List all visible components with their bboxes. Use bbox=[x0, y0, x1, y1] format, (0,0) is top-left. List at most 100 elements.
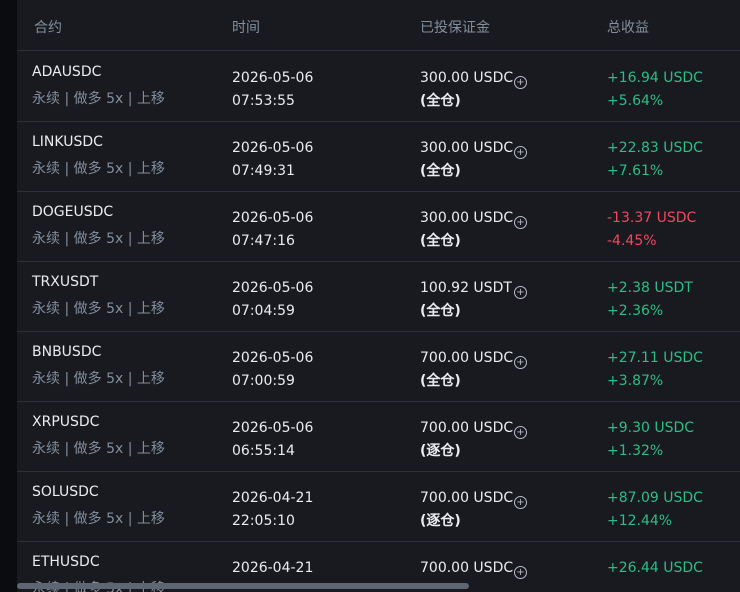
pnl-amount: -13.37 USDC bbox=[607, 210, 697, 226]
position-symbol[interactable]: ADAUSDC bbox=[32, 64, 101, 80]
margin-amount: 700.00 USDC bbox=[420, 350, 514, 366]
plus-circle-icon[interactable]: + bbox=[514, 426, 527, 439]
margin-mode: (全仓) bbox=[420, 93, 461, 109]
table-row[interactable]: DOGEUSDC 永续 | 做多 5x | 上移 2026-05-06 07:47:1… bbox=[17, 191, 740, 262]
margin-mode: (全仓) bbox=[420, 303, 461, 319]
pnl-percent: +3.87% bbox=[607, 373, 664, 389]
open-date: 2026-05-06 bbox=[232, 280, 314, 296]
position-open-time: 2026-04-21 bbox=[232, 557, 313, 580]
position-symbol[interactable]: ETHUSDC bbox=[32, 554, 100, 570]
pnl-amount: +22.83 USDC bbox=[607, 140, 703, 156]
pnl-amount: +16.94 USDC bbox=[607, 70, 703, 86]
header-pnl[interactable]: 总收益 bbox=[607, 17, 649, 37]
position-meta: 永续 | 做多 5x | 上移 bbox=[32, 231, 165, 247]
table-row[interactable]: TRXUSDT 永续 | 做多 5x | 上移 2026-05-06 07:04:59… bbox=[17, 261, 740, 332]
margin-mode: (全仓) bbox=[420, 163, 461, 179]
pnl-percent: +5.64% bbox=[607, 93, 664, 109]
pnl-percent: -4.45% bbox=[607, 233, 657, 249]
pnl-percent: +1.32% bbox=[607, 443, 664, 459]
plus-circle-icon[interactable]: + bbox=[514, 146, 527, 159]
plus-circle-icon[interactable]: + bbox=[514, 496, 527, 509]
open-time: 07:53:55 bbox=[232, 93, 295, 109]
pnl-amount: +26.44 USDC bbox=[607, 560, 703, 576]
position-margin: 700.00 USDC (逐仓) bbox=[420, 417, 513, 463]
plus-circle-icon[interactable]: + bbox=[514, 356, 527, 369]
position-pnl: +16.94 USDC +5.64% bbox=[607, 67, 703, 113]
table-header: 合约 时间 已投保证金 总收益 bbox=[17, 0, 740, 51]
margin-amount: 700.00 USDC bbox=[420, 490, 514, 506]
pnl-percent: +12.44% bbox=[607, 513, 673, 529]
margin-mode: (逐仓) bbox=[420, 443, 461, 459]
table-row[interactable]: BNBUSDC 永续 | 做多 5x | 上移 2026-05-06 07:00:59… bbox=[17, 331, 740, 402]
plus-circle-icon[interactable]: + bbox=[514, 566, 527, 579]
plus-circle-icon[interactable]: + bbox=[514, 216, 527, 229]
position-open-time: 2026-05-06 07:47:16 bbox=[232, 207, 313, 253]
open-date: 2026-04-21 bbox=[232, 490, 314, 506]
margin-amount: 300.00 USDC bbox=[420, 140, 514, 156]
position-symbol[interactable]: LINKUSDC bbox=[32, 134, 103, 150]
margin-mode: (全仓) bbox=[420, 233, 461, 249]
open-time: 07:00:59 bbox=[232, 373, 295, 389]
pnl-amount: +87.09 USDC bbox=[607, 490, 703, 506]
open-date: 2026-05-06 bbox=[232, 420, 314, 436]
margin-amount: 100.92 USDT bbox=[420, 280, 512, 296]
header-contract[interactable]: 合约 bbox=[34, 17, 62, 37]
pnl-amount: +27.11 USDC bbox=[607, 350, 703, 366]
table-row[interactable]: XRPUSDC 永续 | 做多 5x | 上移 2026-05-06 06:55:14… bbox=[17, 401, 740, 472]
table-row[interactable]: ADAUSDC 永续 | 做多 5x | 上移 2026-05-06 07:53:55… bbox=[17, 51, 740, 122]
position-meta: 永续 | 做多 5x | 上移 bbox=[32, 441, 165, 457]
position-pnl: +26.44 USDC bbox=[607, 557, 703, 580]
position-pnl: -13.37 USDC -4.45% bbox=[607, 207, 696, 253]
position-open-time: 2026-05-06 07:00:59 bbox=[232, 347, 313, 393]
position-pnl: +2.38 USDT +2.36% bbox=[607, 277, 693, 323]
margin-mode: (逐仓) bbox=[420, 513, 461, 529]
margin-amount: 700.00 USDC bbox=[420, 560, 514, 576]
position-meta: 永续 | 做多 5x | 上移 bbox=[32, 91, 165, 107]
plus-circle-icon[interactable]: + bbox=[514, 76, 527, 89]
pnl-percent: +2.36% bbox=[607, 303, 664, 319]
position-pnl: +22.83 USDC +7.61% bbox=[607, 137, 703, 183]
open-time: 07:47:16 bbox=[232, 233, 295, 249]
position-meta: 永续 | 做多 5x | 上移 bbox=[32, 371, 165, 387]
pnl-amount: +9.30 USDC bbox=[607, 420, 695, 436]
table-row[interactable]: SOLUSDC 永续 | 做多 5x | 上移 2026-04-21 22:05:10… bbox=[17, 471, 740, 542]
open-time: 07:49:31 bbox=[232, 163, 295, 179]
position-margin: 700.00 USDC (全仓) bbox=[420, 347, 513, 393]
position-meta: 永续 | 做多 5x | 上移 bbox=[32, 511, 165, 527]
header-time[interactable]: 时间 bbox=[232, 17, 260, 37]
position-open-time: 2026-05-06 06:55:14 bbox=[232, 417, 313, 463]
position-symbol[interactable]: TRXUSDT bbox=[32, 274, 98, 290]
position-open-time: 2026-05-06 07:53:55 bbox=[232, 67, 313, 113]
header-margin[interactable]: 已投保证金 bbox=[420, 17, 490, 37]
horizontal-scrollbar[interactable] bbox=[17, 583, 469, 589]
open-time: 06:55:14 bbox=[232, 443, 295, 459]
plus-circle-icon[interactable]: + bbox=[514, 286, 527, 299]
position-symbol[interactable]: XRPUSDC bbox=[32, 414, 99, 430]
positions-table: 合约 时间 已投保证金 总收益 ADAUSDC 永续 | 做多 5x | 上移 20… bbox=[17, 0, 740, 592]
position-pnl: +9.30 USDC +1.32% bbox=[607, 417, 694, 463]
position-pnl: +87.09 USDC +12.44% bbox=[607, 487, 703, 533]
position-meta: 永续 | 做多 5x | 上移 bbox=[32, 161, 165, 177]
margin-amount: 300.00 USDC bbox=[420, 210, 514, 226]
open-date: 2026-05-06 bbox=[232, 140, 314, 156]
table-row[interactable]: LINKUSDC 永续 | 做多 5x | 上移 2026-05-06 07:49:3… bbox=[17, 121, 740, 192]
pnl-amount: +2.38 USDT bbox=[607, 280, 693, 296]
position-symbol[interactable]: DOGEUSDC bbox=[32, 204, 113, 220]
position-margin: 300.00 USDC (全仓) bbox=[420, 67, 513, 113]
position-margin: 700.00 USDC bbox=[420, 557, 513, 580]
position-margin: 300.00 USDC (全仓) bbox=[420, 137, 513, 183]
position-open-time: 2026-04-21 22:05:10 bbox=[232, 487, 313, 533]
position-symbol[interactable]: SOLUSDC bbox=[32, 484, 99, 500]
position-symbol[interactable]: BNBUSDC bbox=[32, 344, 101, 360]
position-margin: 300.00 USDC (全仓) bbox=[420, 207, 513, 253]
margin-amount: 700.00 USDC bbox=[420, 420, 514, 436]
position-margin: 100.92 USDT (全仓) bbox=[420, 277, 512, 323]
position-open-time: 2026-05-06 07:49:31 bbox=[232, 137, 313, 183]
open-date: 2026-05-06 bbox=[232, 70, 314, 86]
open-time: 07:04:59 bbox=[232, 303, 295, 319]
pnl-percent: +7.61% bbox=[607, 163, 664, 179]
position-margin: 700.00 USDC (逐仓) bbox=[420, 487, 513, 533]
margin-amount: 300.00 USDC bbox=[420, 70, 514, 86]
position-pnl: +27.11 USDC +3.87% bbox=[607, 347, 703, 393]
open-date: 2026-05-06 bbox=[232, 210, 314, 226]
